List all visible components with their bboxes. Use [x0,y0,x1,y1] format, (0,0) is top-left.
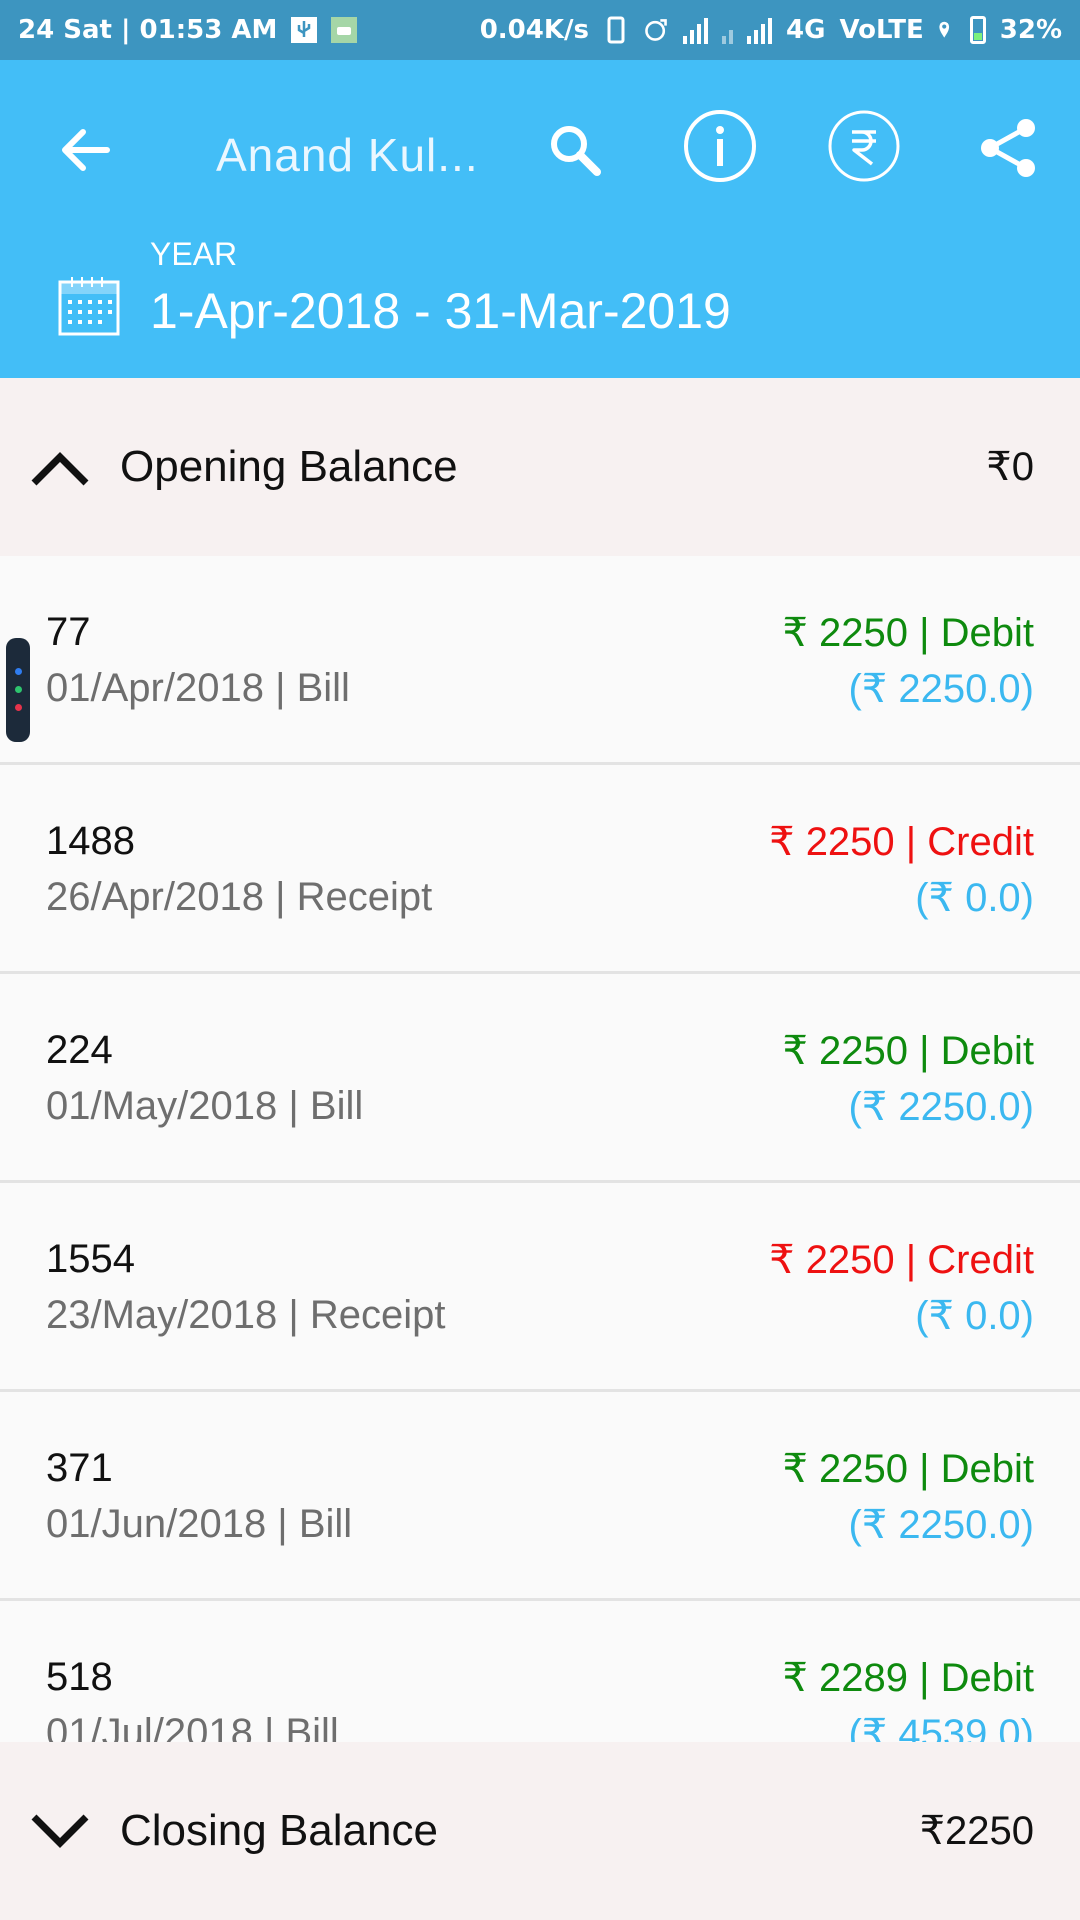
voucher-detail: 01/Apr/2018 | Bill [46,666,350,710]
voucher-detail: 01/Jun/2018 | Bill [46,1502,353,1546]
closing-balance-value: ₹2250 [919,1809,1034,1853]
closing-balance-label: Closing Balance [120,1806,438,1855]
network-speed: 0.04K/s [479,15,589,45]
transaction-row[interactable]: 371 01/Jun/2018 | Bill ₹ 2250 | Debit (₹… [0,1392,1080,1601]
transaction-row[interactable]: 224 01/May/2018 | Bill ₹ 2250 | Debit (₹… [0,974,1080,1183]
usb-icon [291,17,318,43]
page-title: Anand Kul... [216,129,479,181]
voucher-detail: 23/May/2018 | Receipt [46,1293,446,1337]
closing-balance-section[interactable]: Closing Balance ₹2250 [0,1742,1080,1920]
chevron-up-icon [31,452,89,486]
running-balance: (₹ 2250.0) [848,667,1034,711]
location-icon [939,21,949,38]
transaction-row[interactable]: 1554 23/May/2018 | Receipt ₹ 2250 | Cred… [0,1183,1080,1392]
running-balance: (₹ 2250.0) [848,1085,1034,1129]
voucher-number: 1488 [46,819,135,863]
battery-icon [969,16,986,44]
running-balance: (₹ 0.0) [915,1294,1034,1338]
voucher-amount: ₹ 2250 | Credit [769,820,1034,864]
back-arrow-icon [62,129,110,171]
chevron-down-icon [31,1814,89,1848]
transaction-list[interactable]: 77 01/Apr/2018 | Bill ₹ 2250 | Debit (₹ … [0,556,1080,1742]
status-right: 0.04K/s 4G VoLTE 32% [480,15,1062,45]
voucher-number: 77 [46,610,91,654]
running-balance: (₹ 2250.0) [848,1503,1034,1547]
status-left: 24 Sat | 01:53 AM [18,15,358,45]
year-label: YEAR [150,236,238,272]
opening-balance-label: Opening Balance [120,442,458,491]
voucher-amount: ₹ 2250 | Credit [769,1238,1034,1282]
rupee-button[interactable] [826,108,902,184]
voucher-detail: 01/Jul/2018 | Bill [46,1711,339,1742]
blue-dot-icon [15,668,22,675]
share-button[interactable] [972,112,1044,184]
network-type: 4G [786,15,826,45]
running-balance: (₹ 0.0) [915,876,1034,920]
running-balance: (₹ 4539.0) [848,1712,1034,1742]
app-bar: Anand Kul... YEAR 1-Apr-2018 - 31-Mar-20… [0,60,1080,378]
android-icon [331,17,358,43]
phone-icon [607,16,625,44]
transaction-row[interactable]: 77 01/Apr/2018 | Bill ₹ 2250 | Debit (₹ … [0,556,1080,765]
voucher-number: 1554 [46,1237,135,1281]
voucher-number: 224 [46,1028,113,1072]
red-dot-icon [15,704,22,711]
signal-weak-icon [722,16,733,44]
transaction-row[interactable]: 518 01/Jul/2018 | Bill ₹ 2289 | Debit (₹… [0,1601,1080,1742]
voucher-detail: 26/Apr/2018 | Receipt [46,875,433,919]
signal-strong-icon [747,16,772,44]
side-drawer-handle[interactable] [6,638,30,742]
info-button[interactable] [682,108,758,184]
signal-icon [683,16,708,44]
back-button[interactable] [50,115,120,185]
voucher-amount: ₹ 2250 | Debit [782,611,1034,655]
voucher-amount: ₹ 2250 | Debit [782,1447,1034,1491]
search-icon [551,126,601,176]
search-button[interactable] [540,115,610,185]
info-icon [684,110,756,182]
opening-balance-value: ₹0 [986,445,1034,489]
voucher-detail: 01/May/2018 | Bill [46,1084,364,1128]
voucher-number: 371 [46,1446,113,1490]
voucher-amount: ₹ 2250 | Debit [782,1029,1034,1073]
rupee-icon [828,110,900,182]
voucher-amount: ₹ 2289 | Debit [782,1656,1034,1700]
transaction-row[interactable]: 1488 26/Apr/2018 | Receipt ₹ 2250 | Cred… [0,765,1080,974]
battery-percent: 32% [999,15,1062,45]
opening-balance-section[interactable]: Opening Balance ₹0 [0,378,1080,556]
calendar-icon [58,277,120,336]
volte-label: VoLTE [839,15,924,45]
year-range[interactable]: 1-Apr-2018 - 31-Mar-2019 [150,282,731,340]
voucher-number: 518 [46,1655,113,1699]
green-dot-icon [15,686,22,693]
share-icon [981,119,1035,177]
sync-icon [645,19,667,41]
status-bar: 24 Sat | 01:53 AM 0.04K/s 4G VoLTE 32% [0,0,1080,60]
status-time: 24 Sat | 01:53 AM [18,15,278,45]
